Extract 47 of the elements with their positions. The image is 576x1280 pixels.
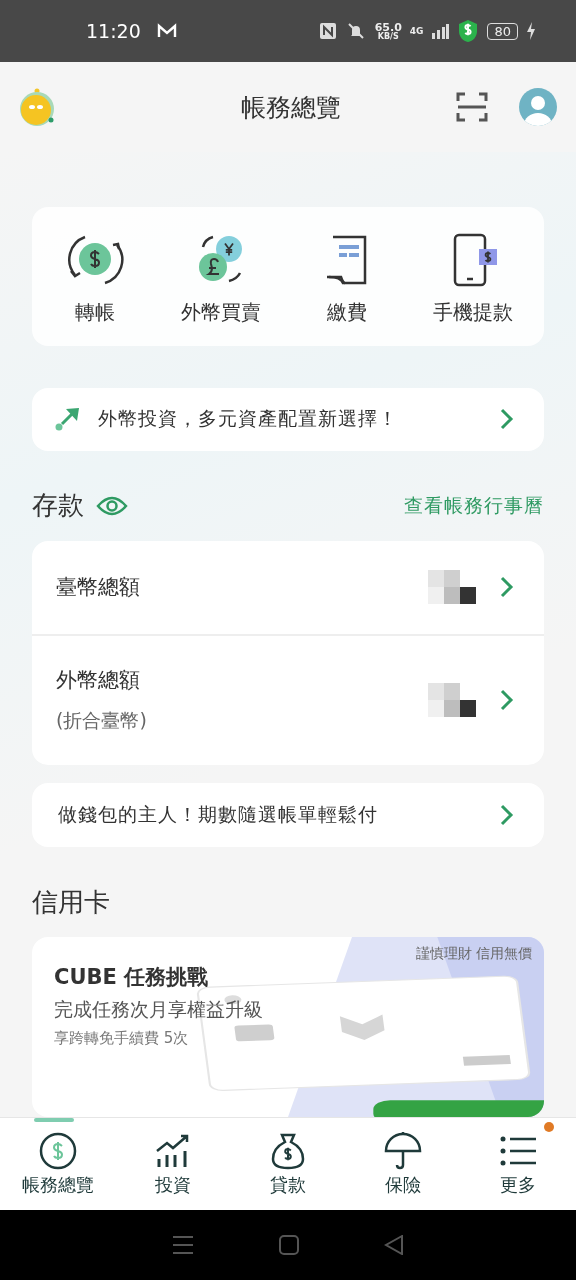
speed-unit: KB/S: [377, 32, 399, 41]
banner-slogan: 謹慎理財 信用無價: [415, 945, 532, 963]
battery-level: 80: [487, 22, 518, 40]
nav-tab[interactable]: 投資: [115, 1118, 231, 1210]
signal-icon: [431, 22, 450, 40]
nav-tab[interactable]: 保險: [345, 1118, 461, 1210]
shield-icon: [457, 19, 480, 43]
avatar-icon[interactable]: [518, 87, 558, 127]
page-title: 帳務總覽: [240, 91, 342, 124]
network-type: 4G: [409, 26, 424, 36]
charging-icon: [526, 22, 536, 40]
home-icon[interactable]: [279, 1235, 299, 1255]
quick-action-button[interactable]: 外幣買賣: [181, 229, 261, 326]
chevron-right-icon: [500, 803, 514, 826]
menu-icon[interactable]: [172, 1235, 195, 1255]
back-icon[interactable]: [383, 1235, 404, 1255]
section-title: 存款: [32, 489, 84, 523]
card-banner[interactable]: 謹慎理財 信用無價 CUBE 任務挑戰 完成任務次月享權益升級 享跨轉免手續費 5次: [32, 937, 544, 1117]
quick-action-button[interactable]: 繳費: [315, 229, 379, 326]
nav-tab[interactable]: 帳務總覽: [0, 1118, 116, 1210]
chevron-right-icon: [500, 408, 514, 431]
quick-action-button[interactable]: 手機提款: [433, 229, 513, 326]
chevron-right-icon: [500, 689, 514, 712]
masked-amount-icon: [428, 683, 476, 718]
nav-tab[interactable]: 更多: [460, 1118, 576, 1210]
section-title: 信用卡: [32, 885, 110, 919]
deposit-row[interactable]: 臺幣總額: [32, 540, 544, 634]
mail-icon: [156, 23, 177, 39]
banner-detail: 享跨轉免手續費 5次: [54, 1029, 190, 1048]
net-speed: 65.0: [374, 21, 402, 33]
mascot-icon[interactable]: [18, 87, 56, 127]
nfc-icon: [318, 22, 337, 40]
umbrella-icon: [383, 1131, 424, 1171]
quick-action-button[interactable]: 轉帳: [63, 229, 127, 326]
eye-icon[interactable]: [96, 494, 128, 517]
promo-banner[interactable]: 外幣投資，多元資產配置新選擇！: [32, 388, 544, 451]
dollar-coin-icon: [37, 1131, 78, 1171]
banner-headline: CUBE 任務挑戰: [54, 964, 210, 991]
rocket-icon: [54, 406, 80, 433]
chevron-right-icon: [500, 576, 514, 599]
nav-tab[interactable]: 貸款: [230, 1118, 346, 1210]
scan-icon[interactable]: [456, 92, 488, 122]
installment-banner[interactable]: 做錢包的主人！期數隨選帳單輕鬆付: [32, 782, 544, 847]
status-time: 11:20: [86, 20, 141, 42]
deposit-row[interactable]: 外幣總額 (折合臺幣): [32, 633, 544, 765]
banner-subtitle: 完成任務次月享權益升級: [54, 997, 264, 1022]
masked-amount-icon: [428, 570, 476, 605]
